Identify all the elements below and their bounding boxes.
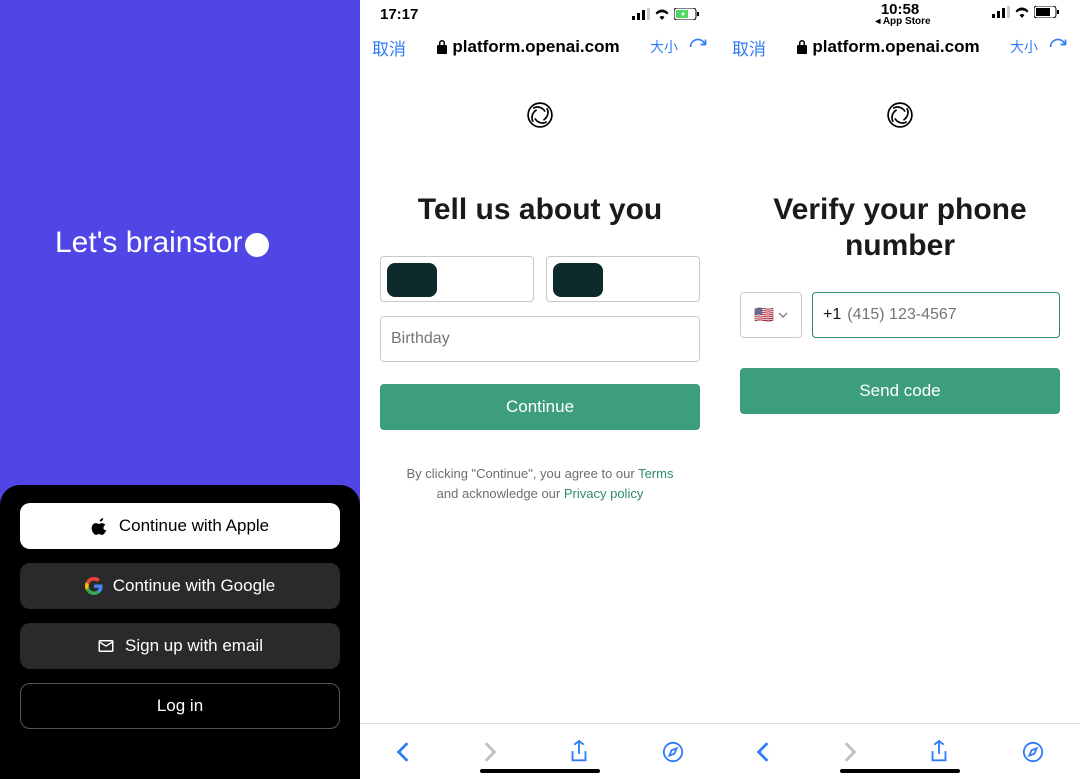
send-code-button[interactable]: Send code: [740, 368, 1060, 414]
text-size-button[interactable]: 大小: [650, 37, 678, 57]
status-right-icons: [992, 6, 1060, 18]
cancel-button[interactable]: 取消: [372, 35, 406, 60]
battery-charging-icon: [674, 8, 700, 20]
google-button-label: Continue with Google: [113, 576, 276, 596]
reload-button[interactable]: [1048, 37, 1068, 57]
app-signup-pane: Let's brainstor Continue with Apple Cont…: [0, 0, 360, 779]
forward-button: [483, 741, 497, 763]
disclaimer-mid: and acknowledge our: [437, 486, 564, 501]
phone-prefix: +1: [823, 306, 841, 324]
safari-about-you-pane: 17:17 取消 platform.openai.com 大小 Tell us …: [360, 0, 720, 779]
signal-icon: [992, 6, 1010, 18]
name-input-row: [380, 256, 700, 302]
safari-verify-phone-pane: 10:58 ◂ App Store 取消 platform.openai.com…: [720, 0, 1080, 779]
lock-icon: [436, 40, 448, 54]
login-button-label: Log in: [157, 696, 203, 716]
openai-logo: [523, 98, 557, 132]
page-title: Verify your phone number: [740, 192, 1060, 264]
wifi-icon: [1014, 6, 1030, 18]
signup-with-email-button[interactable]: Sign up with email: [20, 623, 340, 669]
continue-with-apple-button[interactable]: Continue with Apple: [20, 503, 340, 549]
status-time: 17:17: [380, 6, 418, 23]
page-content: Tell us about you Continue By clicking "…: [360, 66, 720, 723]
continue-with-google-button[interactable]: Continue with Google: [20, 563, 340, 609]
url-text: platform.openai.com: [812, 37, 979, 57]
continue-button[interactable]: Continue: [380, 384, 700, 430]
privacy-link[interactable]: Privacy policy: [564, 486, 643, 501]
safari-compass-button[interactable]: [1022, 741, 1044, 763]
country-select[interactable]: 🇺🇸: [740, 292, 802, 338]
flag-icon: 🇺🇸: [754, 305, 774, 325]
brainstorm-hero-text: Let's brainstor: [0, 0, 360, 485]
disclaimer-text: By clicking "Continue", you agree to our…: [407, 464, 674, 503]
brainstorm-text: Let's brainstor: [55, 226, 243, 260]
home-indicator: [840, 769, 960, 773]
battery-icon: [1034, 6, 1060, 18]
phone-input-row: 🇺🇸 +1: [740, 292, 1060, 338]
login-button[interactable]: Log in: [20, 683, 340, 729]
back-button[interactable]: [756, 741, 770, 763]
chevron-down-icon: [778, 312, 788, 318]
address-bar: 取消 platform.openai.com 大小: [720, 28, 1080, 66]
apple-button-label: Continue with Apple: [119, 516, 269, 536]
phone-input-wrapper[interactable]: +1: [812, 292, 1060, 338]
status-right-icons: [632, 8, 700, 20]
address-bar: 取消 platform.openai.com 大小: [360, 28, 720, 66]
url-text: platform.openai.com: [452, 37, 619, 57]
wifi-icon: [654, 8, 670, 20]
cancel-button[interactable]: 取消: [732, 35, 766, 60]
phone-number-input[interactable]: [847, 306, 1049, 324]
disclaimer-prefix: By clicking "Continue", you agree to our: [407, 466, 639, 481]
reload-button[interactable]: [688, 37, 708, 57]
forward-button: [843, 741, 857, 763]
lock-icon: [796, 40, 808, 54]
page-content: Verify your phone number 🇺🇸 +1 Send code: [720, 66, 1080, 723]
status-bar: 10:58 ◂ App Store: [720, 0, 1080, 28]
share-button[interactable]: [929, 740, 949, 764]
safari-compass-button[interactable]: [662, 741, 684, 763]
share-button[interactable]: [569, 740, 589, 764]
url-display[interactable]: platform.openai.com: [796, 37, 979, 57]
home-indicator: [480, 769, 600, 773]
signal-icon: [632, 8, 650, 20]
apple-icon: [91, 517, 109, 535]
google-icon: [85, 577, 103, 595]
first-name-input[interactable]: [380, 256, 534, 302]
terms-link[interactable]: Terms: [638, 466, 673, 481]
url-display[interactable]: platform.openai.com: [436, 37, 619, 57]
signup-sheet: Continue with Apple Continue with Google…: [0, 485, 360, 779]
text-size-button[interactable]: 大小: [1010, 37, 1038, 57]
back-button[interactable]: [396, 741, 410, 763]
email-button-label: Sign up with email: [125, 636, 263, 656]
openai-logo: [883, 98, 917, 132]
status-bar: 17:17: [360, 0, 720, 28]
mail-icon: [97, 637, 115, 655]
appstore-back-label[interactable]: ◂ App Store: [875, 16, 930, 27]
typing-cursor-dot: [245, 233, 269, 257]
last-name-input[interactable]: [546, 256, 700, 302]
page-title: Tell us about you: [418, 192, 662, 228]
birthday-input[interactable]: [380, 316, 700, 362]
